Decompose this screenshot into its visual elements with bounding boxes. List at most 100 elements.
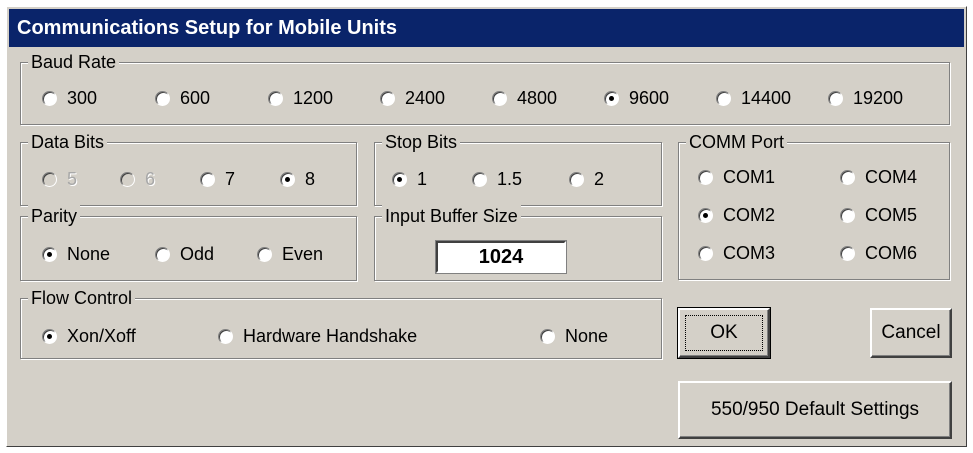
data-bits-8-radio[interactable]: 8 [280, 167, 315, 191]
radio-label: 9600 [629, 87, 670, 108]
radio-label: 8 [305, 168, 316, 189]
data-bits-7-radio[interactable]: 7 [200, 167, 235, 191]
radio-label: COM4 [865, 166, 918, 187]
radio-label: None [565, 325, 609, 346]
flow-none-radio[interactable]: None [540, 324, 608, 348]
baud-2400-radio[interactable]: 2400 [380, 86, 445, 110]
radio-label: Xon/Xoff [67, 325, 136, 346]
ok-button-label: OK [685, 315, 763, 351]
parity-even-radio[interactable]: Even [257, 242, 323, 266]
comm-port-legend: COMM Port [686, 131, 788, 153]
radio-circle-icon [155, 246, 170, 262]
baud-rate-legend: Baud Rate [28, 51, 120, 73]
radio-label: 1200 [293, 87, 334, 108]
radio-circle-icon [42, 171, 57, 187]
flow-control-legend: Flow Control [28, 287, 136, 309]
parity-group: Parity None Odd Even [20, 205, 357, 281]
cancel-button[interactable]: Cancel [870, 308, 952, 358]
radio-circle-icon [840, 169, 855, 185]
radio-label: 6 [145, 168, 156, 189]
radio-label: COM6 [865, 242, 918, 263]
radio-circle-icon [280, 171, 295, 187]
data-bits-legend: Data Bits [28, 131, 108, 153]
radio-label: 14400 [741, 87, 792, 108]
radio-circle-icon [540, 328, 555, 344]
radio-label: 1 [417, 168, 428, 189]
data-bits-6-radio[interactable]: 6 [120, 167, 155, 191]
com2-radio[interactable]: COM2 [698, 203, 775, 227]
radio-circle-icon [472, 171, 487, 187]
default-settings-button[interactable]: 550/950 Default Settings [678, 381, 952, 439]
com5-radio[interactable]: COM5 [840, 203, 917, 227]
radio-label: 1.5 [497, 168, 523, 189]
radio-circle-icon [828, 90, 843, 106]
radio-circle-icon [380, 90, 395, 106]
radio-label: Hardware Handshake [243, 325, 418, 346]
radio-circle-icon [698, 245, 713, 261]
radio-label: 2400 [405, 87, 446, 108]
radio-label: Even [282, 243, 324, 264]
data-bits-5-radio[interactable]: 5 [42, 167, 77, 191]
parity-legend: Parity [28, 205, 81, 227]
radio-label: None [67, 243, 111, 264]
com1-radio[interactable]: COM1 [698, 165, 775, 189]
baud-14400-radio[interactable]: 14400 [716, 86, 791, 110]
radio-circle-icon [698, 169, 713, 185]
parity-odd-radio[interactable]: Odd [155, 242, 214, 266]
radio-circle-icon [42, 90, 57, 106]
radio-circle-icon [42, 246, 57, 262]
radio-circle-icon [492, 90, 507, 106]
comm-port-group: COMM Port COM1 COM2 COM3 COM4 COM5 COM6 [678, 131, 950, 280]
ok-button[interactable]: OK [677, 307, 771, 359]
radio-label: 2 [594, 168, 605, 189]
flow-hardware-handshake-radio[interactable]: Hardware Handshake [218, 324, 417, 348]
radio-circle-icon [200, 171, 215, 187]
input-buffer-group: Input Buffer Size 1024 [374, 205, 662, 281]
baud-600-radio[interactable]: 600 [155, 86, 210, 110]
radio-label: 300 [67, 87, 98, 108]
baud-19200-radio[interactable]: 19200 [828, 86, 903, 110]
stop-bits-1.5-radio[interactable]: 1.5 [472, 167, 522, 191]
title-bar: Communications Setup for Mobile Units [9, 9, 964, 47]
baud-4800-radio[interactable]: 4800 [492, 86, 557, 110]
stop-bits-2-radio[interactable]: 2 [569, 167, 604, 191]
radio-circle-icon [840, 207, 855, 223]
radio-label: COM1 [723, 166, 776, 187]
radio-circle-icon [257, 246, 272, 262]
input-buffer-size-field[interactable]: 1024 [435, 240, 567, 274]
radio-circle-icon [120, 171, 135, 187]
comm-setup-dialog: Communications Setup for Mobile Units Ba… [6, 6, 967, 447]
radio-label: 19200 [853, 87, 904, 108]
stop-bits-group: Stop Bits 1 1.5 2 [374, 131, 662, 206]
radio-label: COM3 [723, 242, 776, 263]
radio-circle-icon [840, 245, 855, 261]
radio-label: 5 [67, 168, 78, 189]
baud-9600-radio[interactable]: 9600 [604, 86, 669, 110]
radio-circle-icon [155, 90, 170, 106]
com3-radio[interactable]: COM3 [698, 241, 775, 265]
radio-circle-icon [392, 171, 407, 187]
stop-bits-legend: Stop Bits [382, 131, 461, 153]
parity-none-radio[interactable]: None [42, 242, 110, 266]
radio-label: COM5 [865, 204, 918, 225]
radio-circle-icon [716, 90, 731, 106]
radio-circle-icon [698, 207, 713, 223]
baud-1200-radio[interactable]: 1200 [268, 86, 333, 110]
com4-radio[interactable]: COM4 [840, 165, 917, 189]
stop-bits-1-radio[interactable]: 1 [392, 167, 427, 191]
radio-label: Odd [180, 243, 215, 264]
radio-circle-icon [218, 328, 233, 344]
radio-label: 7 [225, 168, 236, 189]
radio-label: COM2 [723, 204, 776, 225]
input-buffer-legend: Input Buffer Size [382, 205, 521, 227]
radio-label: 600 [180, 87, 211, 108]
radio-circle-icon [268, 90, 283, 106]
flow-xonxoff-radio[interactable]: Xon/Xoff [42, 324, 136, 348]
flow-control-group: Flow Control Xon/Xoff Hardware Handshake… [20, 287, 662, 359]
data-bits-group: Data Bits 5 6 7 8 [20, 131, 357, 206]
radio-label: 4800 [517, 87, 558, 108]
baud-300-radio[interactable]: 300 [42, 86, 97, 110]
radio-circle-icon [42, 328, 57, 344]
baud-rate-group: Baud Rate 300 600 1200 2400 4800 9600 14… [20, 51, 950, 125]
com6-radio[interactable]: COM6 [840, 241, 917, 265]
